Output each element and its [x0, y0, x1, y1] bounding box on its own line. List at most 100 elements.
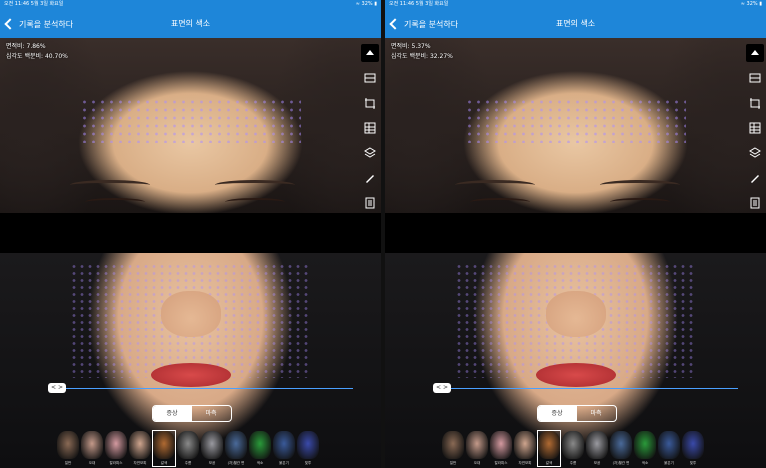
document-icon — [750, 197, 760, 209]
thumbnail-face-image — [586, 431, 608, 459]
filter-thumbnail[interactable]: 자연모피 — [129, 431, 151, 466]
layers-button[interactable] — [746, 144, 764, 162]
document-icon — [365, 197, 375, 209]
page-title: 표면의 색소 — [555, 19, 596, 28]
pen-icon — [366, 175, 374, 183]
filter-thumbnail[interactable]: 모공 — [586, 431, 608, 466]
area-label: 면적비: — [391, 43, 410, 50]
filter-thumbnail[interactable]: (자)혈관 변 — [225, 431, 247, 466]
eyebrow-left — [455, 180, 535, 190]
thumbnail-face-image — [538, 431, 560, 459]
toggle-option-other[interactable]: 마측 — [577, 406, 616, 421]
crop-icon — [365, 98, 375, 109]
pigment-overlay — [80, 98, 301, 143]
pen-icon — [751, 175, 759, 183]
eye-left — [85, 198, 145, 206]
crop-button[interactable] — [746, 94, 764, 112]
filter-thumbnail[interactable]: 빛투 — [297, 431, 319, 466]
thumbnail-face-image — [57, 431, 79, 459]
thumbnail-label: 칼라피스 — [494, 461, 508, 465]
area-value: 7.86% — [26, 43, 46, 50]
filter-thumbnail[interactable]: 오대 — [81, 431, 103, 466]
slider-handle[interactable]: < > — [48, 383, 66, 393]
layers-icon — [364, 147, 376, 158]
thumbnail-face-image — [490, 431, 512, 459]
pen-button[interactable] — [361, 169, 379, 187]
thumbnail-label: 오대 — [473, 461, 481, 465]
eyebrow-right — [600, 180, 680, 190]
severity-label: 심각도 백분비: — [6, 53, 44, 60]
crop-icon — [750, 98, 760, 109]
severity-label: 심각도 백분비: — [391, 53, 429, 60]
filter-thumbnail[interactable]: 붉은기 — [273, 431, 295, 466]
filter-thumbnail[interactable]: 일반 — [57, 431, 79, 466]
filter-thumbnail[interactable]: 칼라피스 — [105, 431, 127, 466]
filter-thumbnails: 일반 오대 칼라피스 자연모피 갈색 주름 모공 (자)혈관 변 색소 붉은기 빛투 — [57, 430, 319, 467]
filter-thumbnail[interactable]: 붉은기 — [658, 431, 680, 466]
filter-thumbnail[interactable]: 주름 — [177, 431, 199, 466]
eyebrow-right — [215, 180, 295, 190]
report-button[interactable] — [361, 194, 379, 212]
thumbnail-label: 자연모피 — [133, 461, 147, 465]
thumbnail-label: 칼라피스 — [109, 461, 123, 465]
filter-thumbnail[interactable]: 색소 — [634, 431, 656, 466]
page-title: 표면의 색소 — [170, 19, 211, 28]
thumbnail-label: 빛투 — [689, 461, 697, 465]
thumbnail-face-image — [466, 431, 488, 459]
thumbnail-label: (자)혈관 변 — [612, 461, 630, 465]
filter-thumbnail[interactable]: 갈색 — [152, 430, 176, 467]
toggle-option-symptom[interactable]: 증상 — [152, 406, 192, 421]
severity-value: 40.70% — [44, 53, 68, 60]
triangle-up-icon — [366, 50, 374, 55]
view-toggle: 증상 마측 — [151, 405, 232, 422]
thumbnail-label: 갈색 — [160, 461, 168, 465]
grid-button[interactable] — [361, 119, 379, 137]
filter-thumbnail[interactable]: 주름 — [562, 431, 584, 466]
filter-thumbnails: 일반 오대 칼라피스 자연모피 갈색 주름 모공 (자)혈관 변 색소 붉은기 빛투 — [442, 430, 704, 467]
thumbnail-face-image — [273, 431, 295, 459]
area-value: 5.37% — [411, 43, 431, 50]
filter-thumbnail[interactable]: 빛투 — [682, 431, 704, 466]
compare-icon — [364, 73, 376, 83]
filter-thumbnail[interactable]: 갈색 — [537, 430, 561, 467]
compare-icon — [749, 73, 761, 83]
layers-button[interactable] — [361, 144, 379, 162]
thumbnail-face-image — [249, 431, 271, 459]
filter-thumbnail[interactable]: 색소 — [249, 431, 271, 466]
slider-handle[interactable]: < > — [433, 383, 451, 393]
lips — [535, 363, 616, 387]
slider-track — [55, 388, 353, 389]
eye-left — [470, 198, 530, 206]
thumbnail-face-image — [105, 431, 127, 459]
left-comparison-panel: 오전 11:46 5월 3일 화요일 ≈ 32% ▮ 기록을 분석하다 표면의 … — [0, 0, 381, 468]
grid-button[interactable] — [746, 119, 764, 137]
filter-thumbnail[interactable]: 자연모피 — [514, 431, 536, 466]
crop-button[interactable] — [361, 94, 379, 112]
toggle-option-symptom[interactable]: 증상 — [537, 406, 577, 421]
report-button[interactable] — [746, 194, 764, 212]
thumbnail-face-image — [562, 431, 584, 459]
filter-thumbnail[interactable]: 일반 — [442, 431, 464, 466]
pen-button[interactable] — [746, 169, 764, 187]
filter-thumbnail[interactable]: (자)혈관 변 — [610, 431, 632, 466]
face-upper-image — [0, 38, 381, 213]
thumbnail-label: 오대 — [88, 461, 96, 465]
toggle-option-other[interactable]: 마측 — [192, 406, 231, 421]
filter-thumbnail[interactable]: 오대 — [466, 431, 488, 466]
thumbnail-face-image — [153, 431, 175, 459]
thumbnail-face-image — [610, 431, 632, 459]
view-toggle: 증상 마측 — [536, 405, 617, 422]
compare-button[interactable] — [746, 69, 764, 87]
compare-button[interactable] — [361, 69, 379, 87]
filter-thumbnail[interactable]: 칼라피스 — [490, 431, 512, 466]
thumbnail-face-image — [177, 431, 199, 459]
nav-bar: 기록을 분석하다 표면의 색소 — [385, 9, 766, 38]
collapse-button[interactable] — [361, 44, 379, 62]
side-toolbar — [744, 44, 766, 219]
filter-thumbnail[interactable]: 모공 — [201, 431, 223, 466]
thumbnail-label: 빛투 — [304, 461, 312, 465]
status-time: 오전 11:46 5월 3일 화요일 — [4, 1, 64, 7]
eye-right — [610, 198, 670, 206]
battery-status: ≈ 32% ▮ — [740, 1, 762, 7]
collapse-button[interactable] — [746, 44, 764, 62]
